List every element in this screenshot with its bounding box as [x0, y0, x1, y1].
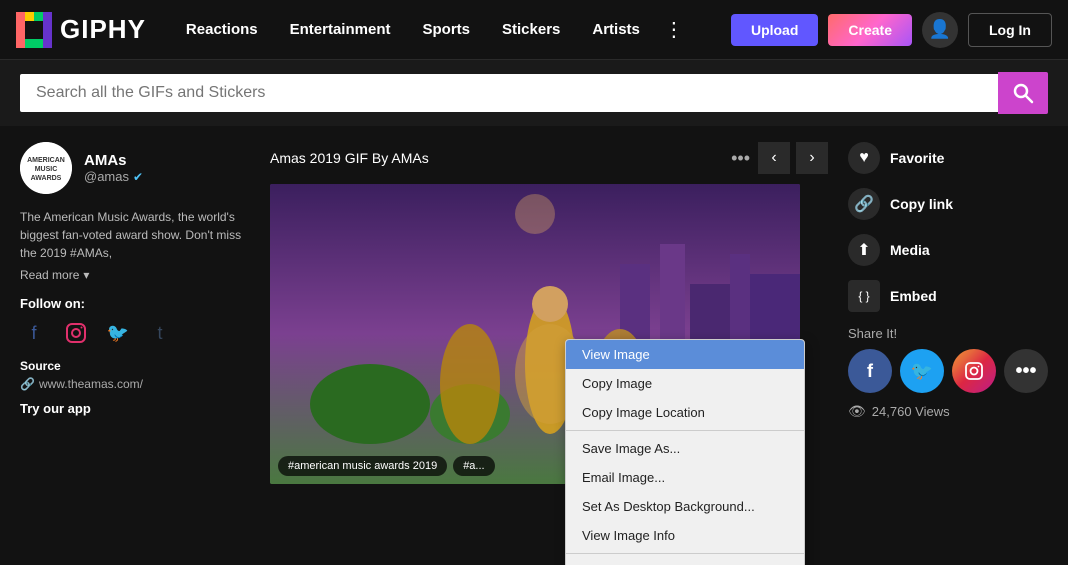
ctx-inspect-element[interactable]: Inspect Element [566, 557, 804, 565]
share-instagram-button[interactable] [952, 349, 996, 393]
copy-link-label: Copy link [890, 196, 953, 212]
main-content: AMERICAN MUSIC AWARDS AMAs @amas ✔ The A… [0, 126, 1068, 565]
link-icon: 🔗 [20, 377, 35, 391]
share-twitter-button[interactable]: 🐦 [900, 349, 944, 393]
tag-item[interactable]: #american music awards 2019 [278, 456, 447, 476]
nav-item-artists[interactable]: Artists [576, 13, 656, 46]
read-more-button[interactable]: Read more ▾ [20, 268, 250, 282]
svg-text:AWARDS: AWARDS [31, 175, 62, 182]
handle-text: @amas [84, 169, 129, 184]
profile-section: AMERICAN MUSIC AWARDS AMAs @amas ✔ [20, 142, 250, 194]
avatar: AMERICAN MUSIC AWARDS [20, 142, 72, 194]
profile-description: The American Music Awards, the world's b… [20, 208, 250, 262]
gif-header: Amas 2019 GIF By AMAs ••• ‹ › [270, 142, 828, 174]
follow-section: Follow on: f 🐦 t [20, 296, 250, 347]
ctx-view-image[interactable]: View Image [566, 340, 804, 369]
embed-label: Embed [890, 288, 937, 304]
heart-icon: ♥ [848, 142, 880, 174]
nav-item-sports[interactable]: Sports [406, 13, 486, 46]
source-link[interactable]: 🔗 www.theamas.com/ [20, 377, 250, 391]
prev-button[interactable]: ‹ [758, 142, 790, 174]
share-section: Share It! f 🐦 ••• 👁 24,760 Views [848, 326, 1048, 420]
right-panel: ♥ Favorite 🔗 Copy link ⬆ Media { } Embed… [848, 142, 1048, 549]
ctx-copy-image-location[interactable]: Copy Image Location [566, 398, 804, 427]
eye-icon: 👁 [848, 403, 866, 420]
share-buttons: f 🐦 ••• [848, 349, 1048, 393]
copy-link-button[interactable]: 🔗 Copy link [848, 188, 1048, 220]
ctx-save-image-as[interactable]: Save Image As... [566, 434, 804, 463]
upload-button[interactable]: Upload [731, 14, 818, 46]
search-icon [1012, 82, 1034, 104]
instagram-icon[interactable] [62, 319, 90, 347]
verified-icon: ✔ [133, 170, 143, 184]
search-button[interactable] [998, 72, 1048, 114]
search-bar [0, 60, 1068, 126]
gif-area: #american music awards 2019 #a... View I… [270, 184, 828, 484]
source-section: Source 🔗 www.theamas.com/ [20, 359, 250, 391]
sidebar: AMERICAN MUSIC AWARDS AMAs @amas ✔ The A… [20, 142, 250, 549]
logo-text: GIPHY [60, 14, 146, 45]
views-count: 👁 24,760 Views [848, 403, 1048, 420]
avatar-image: AMERICAN MUSIC AWARDS [20, 142, 72, 194]
try-app-label: Try our app [20, 401, 250, 416]
ctx-email-image[interactable]: Email Image... [566, 463, 804, 492]
source-label: Source [20, 359, 250, 373]
views-text: 24,760 Views [872, 404, 950, 419]
nav-item-entertainment[interactable]: Entertainment [274, 13, 407, 46]
header: GIPHY Reactions Entertainment Sports Sti… [0, 0, 1068, 60]
media-button[interactable]: ⬆ Media [848, 234, 1048, 266]
nav-more-icon[interactable]: ⋮ [656, 9, 692, 50]
search-input[interactable] [20, 74, 998, 112]
next-button[interactable]: › [796, 142, 828, 174]
profile-info: AMAs @amas ✔ [84, 152, 143, 184]
social-icons: f 🐦 t [20, 319, 250, 347]
giphy-logo-icon [16, 12, 52, 48]
profile-name: AMAs [84, 152, 143, 169]
favorite-button[interactable]: ♥ Favorite [848, 142, 1048, 174]
facebook-icon[interactable]: f [20, 319, 48, 347]
ctx-copy-image[interactable]: Copy Image [566, 369, 804, 398]
embed-button[interactable]: { } Embed [848, 280, 1048, 312]
share-facebook-button[interactable]: f [848, 349, 892, 393]
gif-title: Amas 2019 GIF By AMAs [270, 150, 429, 166]
media-label: Media [890, 242, 930, 258]
favorite-label: Favorite [890, 150, 944, 166]
share-more-button[interactable]: ••• [1004, 349, 1048, 393]
source-url: www.theamas.com/ [39, 377, 143, 391]
follow-label: Follow on: [20, 296, 250, 311]
nav-item-reactions[interactable]: Reactions [170, 13, 274, 46]
nav-arrows: ‹ › [758, 142, 828, 174]
login-button[interactable]: Log In [968, 13, 1052, 47]
ctx-separator-2 [566, 553, 804, 554]
svg-text:MUSIC: MUSIC [35, 166, 58, 173]
instagram-share-icon [964, 361, 984, 381]
gif-options-button[interactable]: ••• [731, 148, 750, 169]
media-icon: ⬆ [848, 234, 880, 266]
create-button[interactable]: Create [828, 14, 912, 46]
embed-icon: { } [848, 280, 880, 312]
nav-item-stickers[interactable]: Stickers [486, 13, 576, 46]
twitter-icon[interactable]: 🐦 [104, 319, 132, 347]
profile-handle: @amas ✔ [84, 169, 143, 184]
gif-content: Amas 2019 GIF By AMAs ••• ‹ › [270, 142, 828, 549]
context-menu: View Image Copy Image Copy Image Locatio… [565, 339, 805, 565]
logo[interactable]: GIPHY [16, 12, 146, 48]
user-icon-button[interactable]: 👤 [922, 12, 958, 48]
share-label: Share It! [848, 326, 1048, 341]
chevron-down-icon: ▾ [83, 268, 89, 282]
tumblr-icon[interactable]: t [146, 319, 174, 347]
tag-item-2[interactable]: #a... [453, 456, 494, 476]
ctx-set-desktop[interactable]: Set As Desktop Background... [566, 492, 804, 521]
svg-text:AMERICAN: AMERICAN [27, 157, 65, 164]
main-nav: Reactions Entertainment Sports Stickers … [170, 9, 731, 50]
ctx-view-image-info[interactable]: View Image Info [566, 521, 804, 550]
link-icon: 🔗 [848, 188, 880, 220]
ctx-separator-1 [566, 430, 804, 431]
header-actions: Upload Create 👤 Log In [731, 12, 1052, 48]
